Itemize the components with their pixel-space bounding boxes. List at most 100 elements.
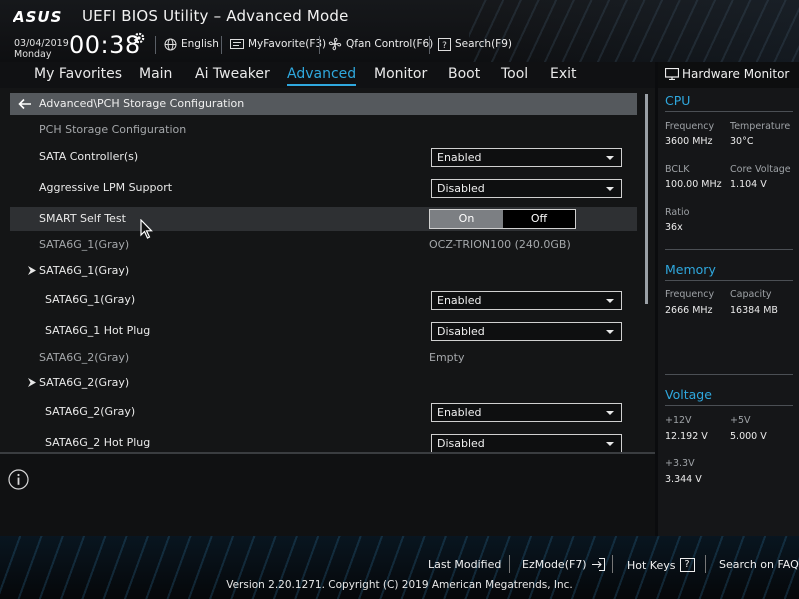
mouse-cursor-icon: [140, 219, 153, 239]
day: Monday: [14, 49, 52, 60]
setting-row-sata6g-1-hot-plug[interactable]: SATA6G_1 Hot Plug Disabled: [10, 319, 637, 343]
ezmode-label: EzMode(F7): [522, 558, 587, 571]
top-bar: ASUS UEFI BIOS Utility – Advanced Mode 0…: [0, 0, 799, 62]
toggle-off-option[interactable]: Off: [503, 210, 575, 228]
section-title-row: PCH Storage Configuration: [10, 118, 637, 142]
memory-frequency-label: Frequency: [665, 289, 715, 300]
setting-row-sata6g-1[interactable]: SATA6G_1(Gray) Enabled: [10, 288, 637, 312]
tab-advanced[interactable]: Advanced: [287, 66, 357, 86]
submenu-sata6g-1[interactable]: SATA6G_1(Gray): [10, 259, 637, 283]
copyright: Version 2.20.1271. Copyright (C) 2019 Am…: [226, 579, 573, 591]
divider: [665, 280, 793, 281]
port-label: SATA6G_2(Gray): [39, 351, 130, 364]
setting-row-smart-self-test[interactable]: SMART Self Test On Off: [10, 207, 637, 231]
port-device: Empty: [429, 351, 465, 364]
chevron-down-icon: [606, 330, 614, 334]
language-label: English: [181, 38, 219, 50]
monitor-icon: [665, 68, 679, 80]
separator: [319, 36, 320, 54]
ratio-label: Ratio: [665, 207, 690, 218]
tab-boot[interactable]: Boot: [448, 66, 480, 82]
separator: [612, 555, 613, 573]
v33-label: +3.3V: [665, 458, 695, 469]
voltage-section-title: Voltage: [665, 387, 712, 402]
fan-icon: [328, 37, 342, 51]
cpu-frequency-value: 3600 MHz: [665, 136, 713, 147]
chevron-down-icon: [606, 411, 614, 415]
globe-icon: [164, 38, 177, 50]
sata-controller-select[interactable]: Enabled: [431, 148, 622, 167]
submenu-sata6g-2[interactable]: SATA6G_2(Gray): [10, 371, 637, 395]
app-title: UEFI BIOS Utility – Advanced Mode: [82, 7, 349, 25]
tab-ai-tweaker[interactable]: Ai Tweaker: [195, 66, 270, 82]
tab-monitor[interactable]: Monitor: [374, 66, 427, 82]
search-label: Search(F9): [455, 38, 512, 50]
v33-value: 3.344 V: [665, 474, 702, 485]
setting-row-sata-controller[interactable]: SATA Controller(s) Enabled: [10, 145, 637, 169]
qfan-label: Qfan Control(F6): [346, 38, 434, 50]
separator: [221, 36, 222, 54]
asus-logo: ASUS: [13, 8, 62, 24]
tab-my-favorites[interactable]: My Favorites: [34, 66, 122, 82]
search-button[interactable]: ? Search(F9): [438, 36, 512, 52]
qfan-button[interactable]: Qfan Control(F6): [328, 36, 433, 52]
last-modified-button[interactable]: Last Modified: [428, 558, 501, 571]
hotkeys-label: Hot Keys: [627, 558, 676, 572]
setting-label: SMART Self Test: [39, 212, 126, 225]
setting-label: SATA6G_2(Gray): [45, 405, 136, 418]
help-icon: ?: [438, 37, 451, 51]
hardware-monitor-header: Hardware Monitor: [658, 62, 799, 88]
hardware-monitor-title: Hardware Monitor: [682, 67, 790, 81]
select-value: Enabled: [437, 151, 482, 164]
chevron-down-icon: [606, 187, 614, 191]
myfavorite-label: MyFavorite(F3): [248, 38, 327, 50]
separator: [429, 36, 430, 54]
setting-row-aggressive-lpm[interactable]: Aggressive LPM Support Disabled: [10, 176, 637, 200]
bclk-label: BCLK: [665, 164, 690, 175]
sata6g-2-select[interactable]: Enabled: [431, 403, 622, 422]
svg-text:?: ?: [442, 41, 447, 51]
favorite-icon: [230, 39, 244, 49]
toggle-on-option[interactable]: On: [430, 210, 503, 228]
language-button[interactable]: English: [164, 36, 219, 52]
port-label: SATA6G_1(Gray): [39, 238, 130, 251]
setting-label: Aggressive LPM Support: [39, 181, 173, 194]
select-value: Disabled: [437, 437, 485, 450]
sata6g-2-hot-plug-select[interactable]: Disabled: [431, 434, 622, 452]
submenu-label: SATA6G_2(Gray): [39, 376, 130, 389]
sata6g-1-select[interactable]: Enabled: [431, 291, 622, 310]
divider: [665, 111, 793, 112]
tab-tool[interactable]: Tool: [501, 66, 528, 82]
separator: [705, 555, 706, 573]
back-arrow-icon[interactable]: [18, 98, 32, 110]
ezmode-button[interactable]: EzMode(F7): [522, 558, 605, 571]
v5-label: +5V: [730, 415, 751, 426]
aggressive-lpm-select[interactable]: Disabled: [431, 179, 622, 198]
ratio-value: 36x: [665, 222, 683, 233]
search-faq-button[interactable]: Search on FAQ: [719, 558, 799, 571]
cpu-frequency-label: Frequency: [665, 121, 715, 132]
separator: [155, 36, 156, 54]
hotkeys-button[interactable]: Hot Keys ?: [627, 558, 695, 572]
setting-label: SATA6G_1(Gray): [45, 293, 136, 306]
core-voltage-label: Core Voltage: [730, 164, 791, 175]
logo-text: ASUS: [13, 8, 62, 24]
cpu-temperature-value: 30°C: [730, 136, 754, 147]
smart-self-test-toggle[interactable]: On Off: [429, 209, 576, 229]
sata6g-1-hot-plug-select[interactable]: Disabled: [431, 322, 622, 341]
chevron-down-icon: [606, 442, 614, 446]
divider: [665, 405, 793, 406]
settings-panel: Advanced\PCH Storage Configuration PCH S…: [0, 88, 655, 452]
scrollbar[interactable]: [645, 94, 648, 304]
setting-row-sata6g-2-hot-plug[interactable]: SATA6G_2 Hot Plug Disabled: [10, 431, 637, 452]
gear-icon[interactable]: [132, 31, 146, 45]
memory-capacity-label: Capacity: [730, 289, 772, 300]
tab-main[interactable]: Main: [139, 66, 172, 82]
tab-exit[interactable]: Exit: [550, 66, 577, 82]
divider: [665, 374, 793, 375]
setting-row-sata6g-2[interactable]: SATA6G_2(Gray) Enabled: [10, 400, 637, 424]
chevron-down-icon: [606, 156, 614, 160]
hardware-monitor-panel: Hardware Monitor CPU Frequency 3600 MHz …: [658, 62, 799, 536]
memory-capacity-value: 16384 MB: [730, 305, 778, 316]
myfavorite-button[interactable]: MyFavorite(F3): [230, 36, 326, 52]
